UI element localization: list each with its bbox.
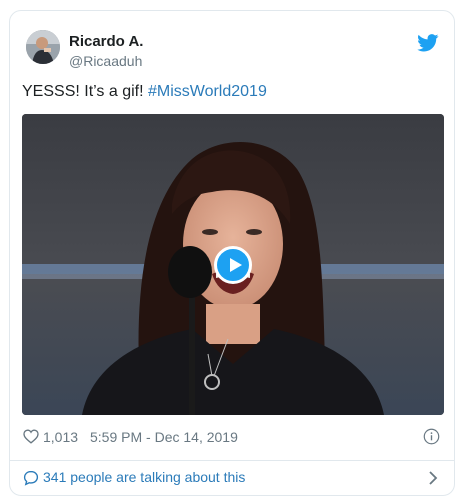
conversation-footer[interactable]: 341 people are talking about this: [22, 463, 442, 491]
tweet-meta: 1,013 5:59 PM - Dec 14, 2019: [22, 427, 442, 447]
talking-about-link[interactable]: 341 people are talking about this: [43, 469, 245, 485]
like-count[interactable]: 1,013: [43, 429, 78, 445]
tweet-body: YESSS! It’s a gif!: [22, 83, 148, 100]
twitter-bird-icon[interactable]: [417, 34, 439, 52]
tweet-timestamp[interactable]: 5:59 PM - Dec 14, 2019: [90, 429, 238, 445]
tweet-header: Ricardo A. @Ricaaduh: [22, 24, 442, 69]
tweet-media-gif[interactable]: [22, 114, 444, 415]
info-icon[interactable]: [423, 428, 440, 445]
play-icon[interactable]: [214, 246, 252, 284]
tweet-text: YESSS! It’s a gif! #MissWorld2019: [22, 83, 267, 101]
speech-bubble-icon: [23, 470, 39, 486]
divider: [10, 460, 454, 461]
avatar[interactable]: [26, 30, 60, 64]
hashtag-link[interactable]: #MissWorld2019: [148, 83, 267, 100]
chevron-right-icon[interactable]: [428, 470, 438, 486]
tweet-card: Ricardo A. @Ricaaduh YESSS! It’s a gif! …: [9, 10, 455, 496]
author-handle[interactable]: @Ricaaduh: [69, 53, 142, 69]
heart-icon[interactable]: [23, 429, 39, 444]
author-name[interactable]: Ricardo A.: [69, 33, 143, 50]
